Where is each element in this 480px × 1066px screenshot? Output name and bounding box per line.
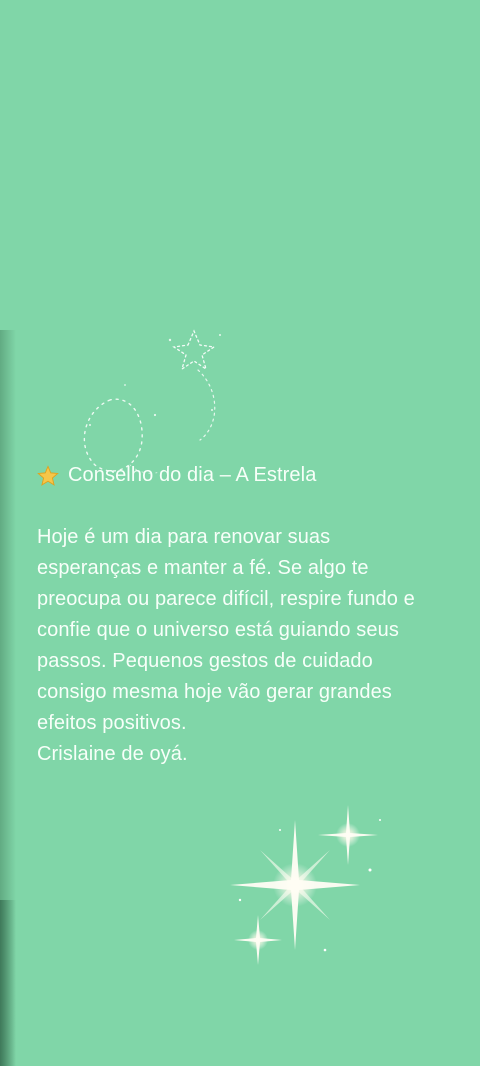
post-text: Conselho do dia – A Estrela Hoje é um di… [37, 460, 477, 770]
body-line: passos. Pequenos gestos de cuidado [37, 650, 373, 672]
left-edge-shadow-bottom [0, 900, 16, 1066]
signature: Crislaine de oyá. [37, 743, 188, 765]
body-line: esperanças e manter a fé. Se algo te [37, 557, 369, 579]
body-line: Hoje é um dia para renovar suas [37, 526, 331, 548]
body-line: efeitos positivos. [37, 712, 187, 734]
body-line: preocupa ou parece difícil, respire fund… [37, 588, 415, 610]
post-title: Conselho do dia – A Estrela [68, 464, 317, 486]
star-icon [37, 464, 59, 486]
post-title-row: Conselho do dia – A Estrela [37, 460, 477, 491]
glitter-sparkles [230, 805, 381, 965]
body-line: confie que o universo está guiando seus [37, 619, 399, 641]
body-line: consigo mesma hoje vão gerar grandes [37, 681, 392, 703]
